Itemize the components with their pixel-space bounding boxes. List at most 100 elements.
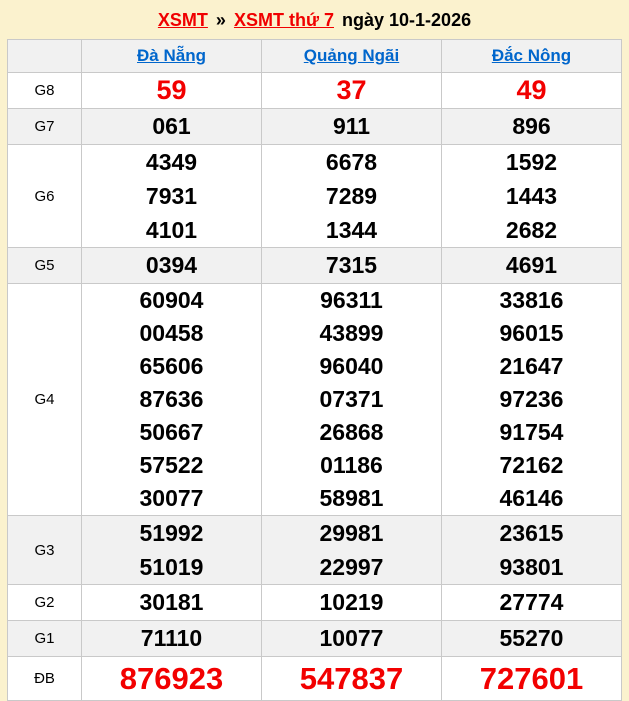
result-cell: 29981 22997 xyxy=(261,515,442,585)
lottery-results-table: Đà Nẵng Quảng Ngãi Đắc Nông G8 59 37 49 G7 061 9… xyxy=(7,39,622,701)
result-number: 10077 xyxy=(319,625,384,651)
result-number: 6678 xyxy=(325,149,378,175)
result-number: 96015 xyxy=(499,320,564,346)
result-number: 57522 xyxy=(139,452,204,478)
column-header-2: Quảng Ngãi xyxy=(261,39,442,73)
result-cell: 27774 xyxy=(441,584,622,621)
result-cell: 49 xyxy=(441,72,622,109)
result-cell: 896 xyxy=(441,108,622,145)
result-number: 27774 xyxy=(499,589,564,615)
prize-row: G3 51992 51019 29981 22997 23615 93801 xyxy=(7,515,622,585)
result-cell: 37 xyxy=(261,72,442,109)
breadcrumb-date: ngày 10-1-2026 xyxy=(342,10,472,30)
result-number: 01186 xyxy=(320,452,383,478)
result-cell: 10219 xyxy=(261,584,442,621)
prize-label: G2 xyxy=(7,584,82,621)
prize-label: G4 xyxy=(7,283,82,516)
result-cell: 4349 7931 4101 xyxy=(81,144,262,248)
column-header-3: Đắc Nông xyxy=(441,39,622,73)
result-number: 49 xyxy=(516,75,547,105)
result-cell: 4691 xyxy=(441,247,622,284)
result-number: 50667 xyxy=(139,419,204,445)
result-number: 43899 xyxy=(319,320,384,346)
result-cell: 23615 93801 xyxy=(441,515,622,585)
breadcrumb: XSMT » XSMT thứ 7 ngày 10-1-2026 xyxy=(0,0,629,39)
result-cell: 10077 xyxy=(261,620,442,657)
result-cell: 55270 xyxy=(441,620,622,657)
prize-label: G5 xyxy=(7,247,82,284)
result-number: 7931 xyxy=(145,183,198,209)
result-number: 4349 xyxy=(145,149,198,175)
result-number: 30181 xyxy=(139,589,204,615)
result-number: 72162 xyxy=(499,452,564,478)
prize-row: G2 30181 10219 27774 xyxy=(7,584,622,621)
result-number: 061 xyxy=(152,113,191,139)
column-header-1: Đà Nẵng xyxy=(81,39,262,73)
result-number: 4691 xyxy=(505,252,558,278)
result-number: 91754 xyxy=(499,419,564,445)
result-number: 46146 xyxy=(499,485,564,511)
breadcrumb-link-xsmt-thu-7[interactable]: XSMT thứ 7 xyxy=(234,10,334,30)
result-number: 58981 xyxy=(319,485,384,511)
result-number: 7315 xyxy=(325,252,378,278)
result-number: 10219 xyxy=(319,589,384,615)
result-cell: 7315 xyxy=(261,247,442,284)
result-number: 07371 xyxy=(319,386,384,412)
result-number: 60904 xyxy=(139,287,204,313)
result-cell: 1592 1443 2682 xyxy=(441,144,622,248)
prize-row: G5 0394 7315 4691 xyxy=(7,247,622,284)
result-number: 96040 xyxy=(319,353,384,379)
result-number: 30077 xyxy=(139,485,204,511)
result-number: 51019 xyxy=(139,554,204,580)
result-number: 96311 xyxy=(320,287,383,313)
result-number: 1443 xyxy=(505,183,558,209)
breadcrumb-link-xsmt[interactable]: XSMT xyxy=(158,10,208,30)
prize-row: G8 59 37 49 xyxy=(7,72,622,109)
result-number: 7289 xyxy=(325,183,378,209)
table-header-row: Đà Nẵng Quảng Ngãi Đắc Nông xyxy=(7,39,622,73)
result-number: 33816 xyxy=(499,287,564,313)
result-cell: 59 xyxy=(81,72,262,109)
result-number: 22997 xyxy=(319,554,384,580)
breadcrumb-separator: » xyxy=(215,10,226,30)
province-link[interactable]: Quảng Ngãi xyxy=(304,46,399,65)
result-number: 0394 xyxy=(145,252,198,278)
result-cell: 6678 7289 1344 xyxy=(261,144,442,248)
result-number: 911 xyxy=(332,113,371,139)
result-number: 97236 xyxy=(499,386,564,412)
result-number: 2682 xyxy=(505,217,558,243)
result-cell: 061 xyxy=(81,108,262,145)
result-number: 21647 xyxy=(499,353,564,379)
result-number: 59 xyxy=(156,75,187,105)
result-cell: 51992 51019 xyxy=(81,515,262,585)
corner-cell xyxy=(7,39,82,73)
result-cell: 30181 xyxy=(81,584,262,621)
prize-row: G7 061 911 896 xyxy=(7,108,622,145)
result-number: 23615 xyxy=(499,520,564,546)
prize-label: G8 xyxy=(7,72,82,109)
result-number: 1592 xyxy=(505,149,558,175)
prize-label: G3 xyxy=(7,515,82,585)
result-number: 00458 xyxy=(139,320,204,346)
result-cell: 60904 00458 65606 87636 50667 57522 30077 xyxy=(81,283,262,516)
result-cell: 96311 43899 96040 07371 26868 01186 58981 xyxy=(261,283,442,516)
result-cell: 0394 xyxy=(81,247,262,284)
result-number: 37 xyxy=(336,75,367,105)
result-number: 93801 xyxy=(499,554,564,580)
prize-label: G7 xyxy=(7,108,82,145)
result-cell: 71110 xyxy=(81,620,262,657)
prize-row: G4 60904 00458 65606 87636 50667 57522 30077 963… xyxy=(7,283,622,516)
result-number: 71110 xyxy=(140,625,203,651)
result-number: 65606 xyxy=(139,353,204,379)
result-number: 55270 xyxy=(499,625,564,651)
prize-label: G6 xyxy=(7,144,82,248)
result-number: 1344 xyxy=(325,217,378,243)
result-cell: 33816 96015 21647 97236 91754 72162 46146 xyxy=(441,283,622,516)
province-link[interactable]: Đà Nẵng xyxy=(137,46,206,65)
result-number: 87636 xyxy=(139,386,204,412)
result-number: 29981 xyxy=(319,520,384,546)
prize-label: G1 xyxy=(7,620,82,657)
prize-row: G6 4349 7931 4101 6678 7289 1344 1592 1443 2682 xyxy=(7,144,622,248)
prize-row: G1 71110 10077 55270 xyxy=(7,620,622,657)
province-link[interactable]: Đắc Nông xyxy=(492,46,571,65)
